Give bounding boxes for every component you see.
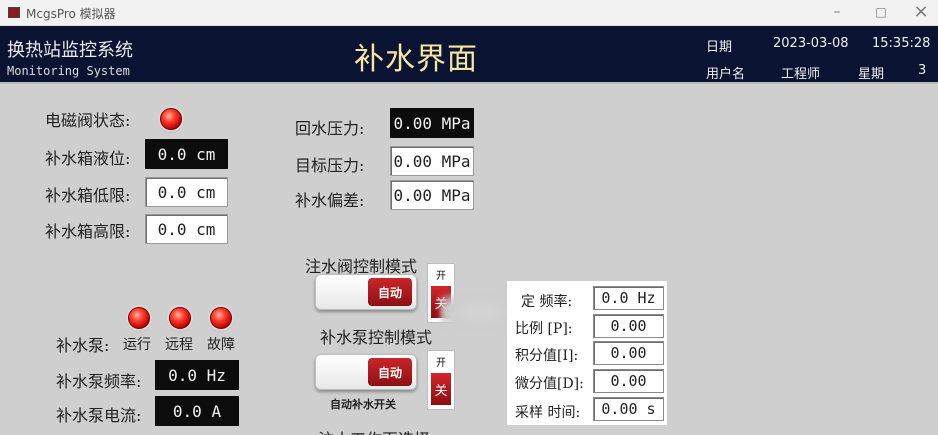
pid-i-label: 积分值[I]:	[515, 348, 579, 364]
pump-current-label: 补水泵电流:	[56, 406, 142, 425]
week-value: 3	[918, 63, 927, 78]
tank-high-label: 补水箱高限:	[45, 222, 131, 241]
week-label: 星期	[858, 67, 885, 82]
tank-low-label: 补水箱低限:	[45, 186, 131, 205]
window-titlebar: McgsPro 模拟器 – □ ×	[0, 0, 938, 26]
pid-sample-input[interactable]: 0.00 s	[593, 397, 664, 421]
window-title: McgsPro 模拟器	[26, 7, 116, 21]
deviation-label: 补水偏差:	[295, 191, 365, 210]
pump-switch-off[interactable]: 关	[431, 373, 451, 405]
pump-current-value: 0.0 A	[155, 396, 239, 426]
pump-run-label: 运行	[123, 337, 151, 353]
pid-panel: 定 频率: 0.0 Hz 比例 [P]: 0.00 积分值[I]: 0.00 微…	[507, 281, 667, 425]
pump-switch-on[interactable]: 开	[428, 354, 454, 369]
pid-freq-input[interactable]: 0.0 Hz	[593, 286, 664, 310]
tank-low-input[interactable]: 0.0 cm	[145, 177, 228, 207]
user-value: 工程师	[781, 67, 821, 82]
pump-mode-title: 补水泵控制模式	[320, 328, 433, 347]
valve-switch-on[interactable]: 开	[428, 267, 454, 282]
pid-d-label: 微分值[D]:	[515, 376, 584, 392]
valve-status-lamp	[160, 108, 182, 130]
pump-freq-label: 补水泵频率:	[56, 372, 142, 391]
valve-status-label: 电磁阀状态:	[45, 111, 131, 130]
pump-remote-label: 远程	[165, 337, 193, 353]
date-label: 日期	[706, 40, 733, 55]
pid-d-input[interactable]: 0.00	[593, 369, 664, 393]
user-label: 用户名	[706, 67, 746, 82]
pump-remote-lamp	[169, 307, 191, 329]
pid-i-input[interactable]: 0.00	[593, 341, 664, 365]
minimize-button[interactable]: –	[822, 2, 852, 22]
pump-run-lamp	[128, 307, 150, 329]
valve-mode-toggle[interactable]: 自动	[315, 274, 417, 310]
auto-refill-label: 自动补水开关	[330, 398, 396, 411]
work-page-title: 注水工作页选择	[318, 426, 430, 435]
pump-freq-value: 0.0 Hz	[155, 360, 239, 390]
pump-mode-value: 自动	[368, 358, 412, 386]
time-value: 15:35:28	[872, 36, 931, 51]
maximize-button[interactable]: □	[866, 2, 896, 22]
system-subtitle: Monitoring System	[7, 64, 130, 78]
pid-sample-label: 采样 时间:	[515, 405, 581, 421]
tank-level-label: 补水箱液位:	[45, 149, 131, 168]
page-title: 补水界面	[354, 42, 478, 77]
system-title: 换热站监控系统	[7, 40, 133, 61]
pump-fault-lamp	[210, 307, 232, 329]
target-pressure-label: 目标压力:	[295, 156, 365, 175]
pid-p-label: 比例 [P]:	[515, 321, 573, 337]
valve-mode-value: 自动	[368, 278, 412, 306]
pump-mode-toggle[interactable]: 自动	[315, 354, 417, 390]
return-pressure-label: 回水压力:	[295, 119, 365, 138]
pump-label: 补水泵:	[56, 336, 110, 355]
app-icon	[8, 7, 20, 18]
tank-high-input[interactable]: 0.0 cm	[145, 214, 228, 244]
pump-switch[interactable]: 开 关	[427, 350, 455, 410]
target-pressure-input[interactable]: 0.00 MPa	[390, 146, 474, 176]
tank-level-value: 0.0 cm	[145, 139, 228, 169]
return-pressure-value: 0.00 MPa	[390, 108, 474, 138]
pump-fault-label: 故障	[207, 337, 235, 353]
date-value: 2023-03-08	[773, 36, 849, 51]
app-header: 换热站监控系统 Monitoring System 补水界面 日期 2023-0…	[0, 26, 938, 84]
pid-p-input[interactable]: 0.00	[593, 314, 664, 338]
close-button[interactable]: ×	[906, 2, 936, 22]
deviation-value: 0.00 MPa	[390, 180, 474, 210]
pid-freq-label: 定 频率:	[521, 294, 573, 310]
